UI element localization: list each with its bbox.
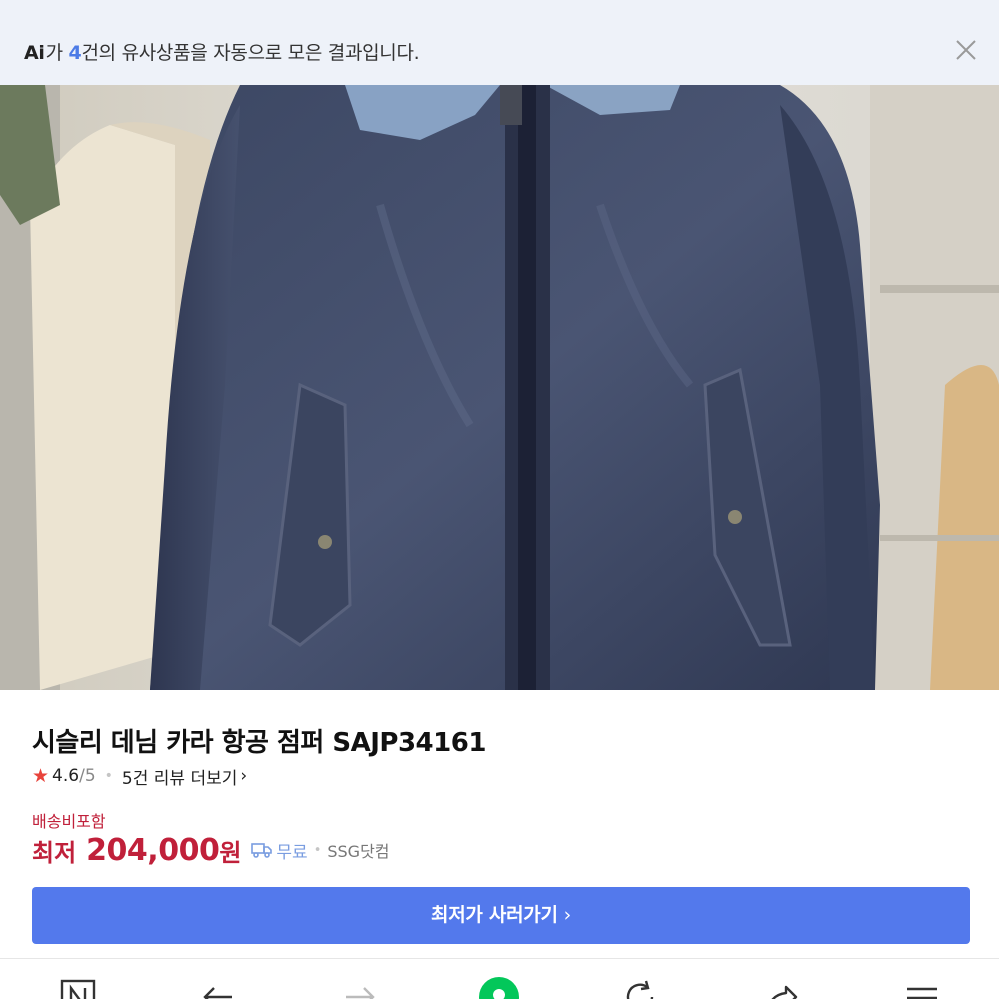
bottom-navigation-bar — [0, 958, 999, 999]
share-icon — [771, 985, 798, 999]
seller-name[interactable]: SSG닷컴 — [327, 838, 389, 862]
naver-home-icon — [60, 979, 96, 999]
rating-score: 4.6 — [52, 766, 80, 786]
nav-menu[interactable] — [902, 977, 942, 999]
green-home-icon — [479, 977, 519, 999]
ai-banner-count: 4 — [68, 42, 82, 64]
ai-logo: Ai — [24, 42, 45, 64]
back-arrow-icon — [203, 987, 232, 999]
reviews-more-link[interactable]: 5건 리뷰 더보기 — [122, 764, 237, 789]
nav-back[interactable] — [198, 977, 238, 999]
close-icon — [956, 40, 976, 60]
close-banner-button[interactable] — [950, 34, 982, 66]
product-photo — [0, 85, 999, 690]
nav-share[interactable] — [760, 977, 800, 999]
price-value: 204,000 — [86, 832, 220, 868]
ai-similar-products-banner: Ai가 4건의 유사상품을 자동으로 모은 결과입니다. — [0, 0, 999, 85]
ai-banner-suffix: 건의 유사상품을 자동으로 모은 결과입니다. — [81, 42, 420, 64]
separator-dot: • — [104, 768, 113, 784]
chevron-right-icon: › — [563, 904, 572, 926]
price-row: 최저 204,000 원 무료 • SSG닷컴 — [32, 830, 390, 870]
separator-dot: • — [313, 842, 322, 858]
shipping-fee: 무료 — [276, 842, 308, 863]
nav-green-home[interactable] — [479, 977, 519, 999]
refresh-icon — [626, 980, 654, 999]
ai-banner-prefix: 가 — [45, 42, 69, 64]
nav-naver-home[interactable] — [58, 977, 98, 999]
rating-max: /5 — [79, 766, 96, 786]
menu-icon — [907, 987, 937, 999]
buy-lowest-price-button[interactable]: 최저가 사러가기 › — [32, 887, 970, 944]
buy-button-label: 최저가 사러가기 — [431, 904, 558, 926]
product-title: 시슬리 데님 카라 항공 점퍼 SAJP34161 — [32, 728, 486, 758]
ai-banner-text: Ai가 4건의 유사상품을 자동으로 모은 결과입니다. — [24, 38, 420, 65]
nav-refresh[interactable] — [620, 977, 660, 999]
forward-arrow-icon — [346, 987, 375, 999]
shipping-included-note: 배송비포함 — [32, 812, 106, 831]
nav-forward[interactable] — [340, 977, 380, 999]
truck-icon — [251, 843, 273, 858]
price-unit: 원 — [219, 838, 242, 867]
rating-row: ★ 4.6 /5 • 5건 리뷰 더보기 › — [32, 764, 248, 789]
product-image-carousel[interactable] — [0, 85, 999, 690]
price-label: 최저 — [32, 838, 77, 867]
chevron-right-icon: › — [240, 766, 248, 786]
star-icon: ★ — [32, 765, 50, 787]
